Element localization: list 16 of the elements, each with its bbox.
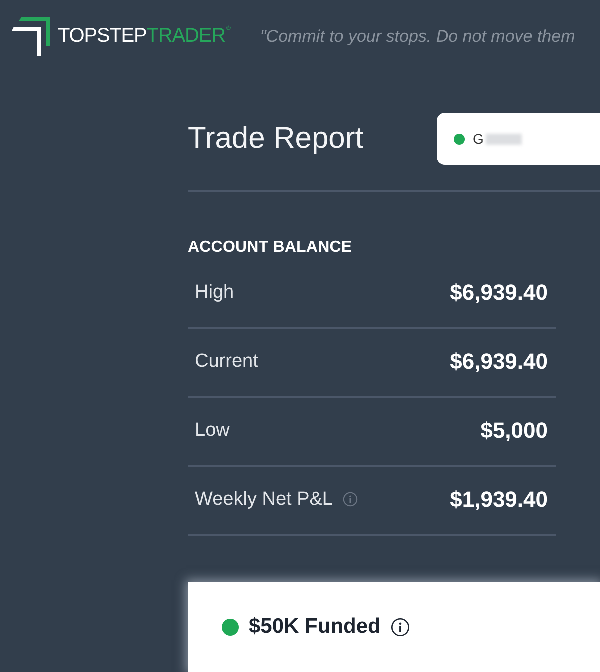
balance-value: $6,939.40 [450, 348, 548, 374]
logo-icon [12, 16, 51, 56]
account-title: $50K Funded [249, 615, 381, 639]
account-select[interactable]: G [437, 113, 600, 165]
section-heading: ACCOUNT BALANCE [188, 238, 352, 258]
balance-value: $5,000 [480, 418, 548, 444]
brand-wordmark: TOPSTEPTRADER$^{®}$ [58, 26, 230, 46]
tagline: "Commit to your stops. Do not move them [260, 26, 576, 46]
balance-value: $6,939.40 [450, 280, 548, 306]
balance-value: $1,939.40 [450, 486, 548, 512]
info-icon[interactable] [390, 618, 410, 636]
balance-label: Low [195, 420, 230, 442]
balance-label: Current [195, 350, 258, 372]
balance-label: Weekly Net P&L [195, 488, 333, 510]
page-title: Trade Report [188, 121, 364, 157]
balance-label: High [195, 282, 234, 304]
